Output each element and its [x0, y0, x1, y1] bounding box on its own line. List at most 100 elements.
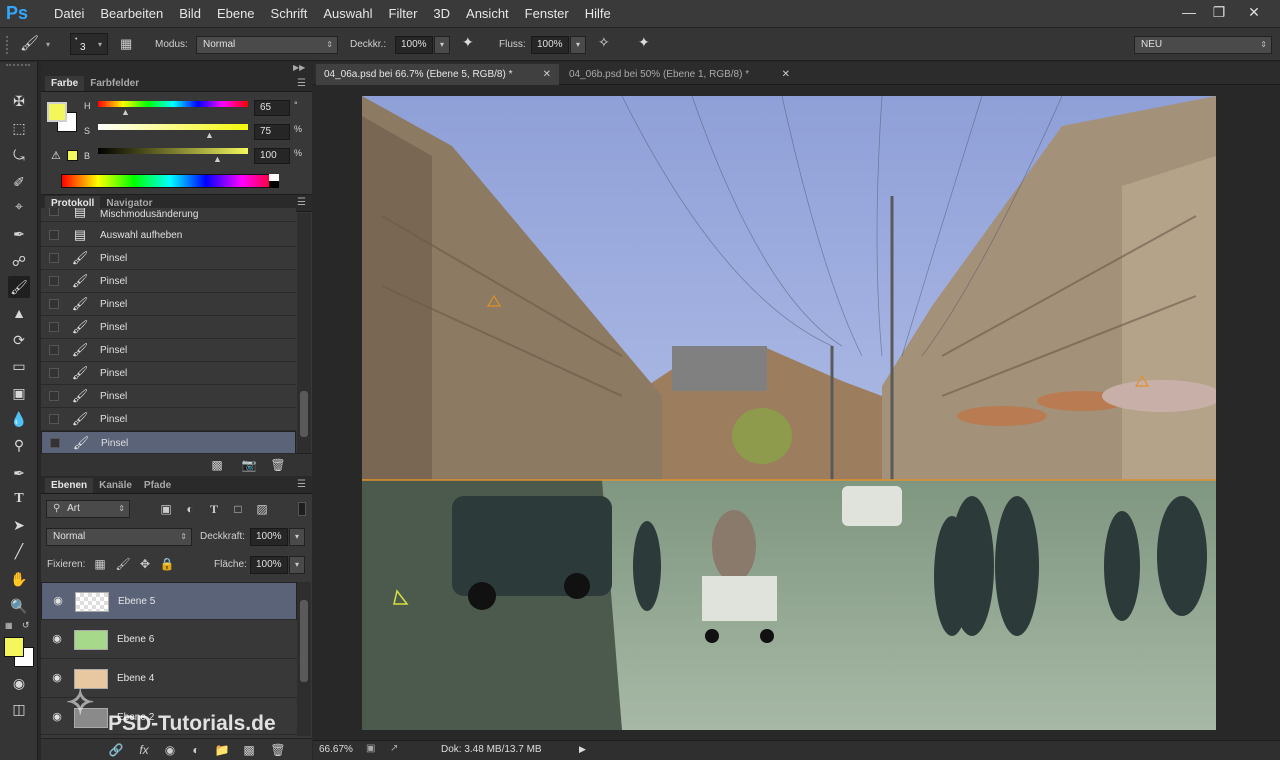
clone-stamp-tool-icon[interactable]: ▲ [8, 302, 30, 324]
layer-row[interactable]: ◉ Ebene 5 [41, 582, 297, 620]
menu-item-datei[interactable]: Datei [46, 0, 92, 28]
lock-position-icon[interactable]: ✥ [136, 556, 154, 572]
color-spectrum-ramp[interactable] [61, 174, 279, 188]
history-checkbox[interactable] [49, 391, 59, 401]
visibility-eye-icon[interactable]: ◉ [51, 595, 65, 607]
hand-tool-icon[interactable]: ✋ [8, 568, 30, 590]
layer-name[interactable]: Ebene 5 [118, 583, 155, 621]
history-checkbox[interactable] [49, 208, 59, 216]
menu-item-fenster[interactable]: Fenster [517, 0, 577, 28]
brush-tool-preset-icon[interactable]: 🖌 [20, 34, 42, 54]
lasso-tool-icon[interactable]: ⤿ [8, 144, 30, 166]
pressure-size-icon[interactable]: ✦ [638, 34, 658, 54]
pressure-opacity-icon[interactable]: ✦ [462, 34, 482, 54]
link-layers-icon[interactable]: 🔗 [107, 742, 125, 758]
menu-item-ebene[interactable]: Ebene [209, 0, 263, 28]
out-of-gamut-warning-icon[interactable]: ⚠ [51, 149, 61, 162]
layer-opacity-dropdown[interactable]: ▾ [289, 528, 305, 546]
fx-icon[interactable]: fx [135, 742, 153, 758]
panel-menu-icon[interactable]: ☰ [297, 479, 306, 490]
fill-input[interactable]: 100% [250, 556, 288, 574]
tab-document-04-06a[interactable]: 04_06a.psd bei 66.7% (Ebene 5, RGB/8) * … [316, 64, 559, 85]
new-layer-icon[interactable]: ▩ [240, 742, 258, 758]
collapse-icon[interactable]: ▶▶ [293, 63, 305, 72]
history-item[interactable]: 🖌 Pinsel [41, 316, 296, 339]
history-checkbox[interactable] [49, 230, 59, 240]
move-tool-icon[interactable]: ✠ [8, 90, 30, 112]
eraser-tool-icon[interactable]: ▭ [8, 355, 30, 377]
layers-scrollbar[interactable] [297, 582, 311, 736]
proof-icon[interactable]: ▣ [366, 743, 375, 754]
trash-icon[interactable]: 🗑 [269, 457, 287, 473]
lock-transparency-icon[interactable]: ▦ [91, 556, 109, 572]
screen-mode-icon[interactable]: ◫ [8, 698, 30, 720]
menu-item-schrift[interactable]: Schrift [263, 0, 316, 28]
crop-tool-icon[interactable]: ⌖ [8, 195, 30, 217]
close-window-button[interactable]: ✕ [1240, 2, 1268, 22]
hue-input[interactable]: 65 [254, 100, 290, 116]
close-tab-icon[interactable]: ✕ [782, 64, 790, 85]
flow-dropdown[interactable]: ▾ [570, 36, 586, 54]
line-tool-icon[interactable]: ╱ [8, 540, 30, 562]
history-brush-tool-icon[interactable]: ⟳ [8, 329, 30, 351]
history-checkbox[interactable] [49, 322, 59, 332]
filter-shape-icon[interactable]: □ [229, 501, 247, 517]
ramp-black-swatch[interactable] [269, 181, 279, 188]
close-tab-icon[interactable]: ✕ [543, 64, 551, 85]
saturation-input[interactable]: 75 [254, 124, 290, 140]
menu-item-ansicht[interactable]: Ansicht [458, 0, 517, 28]
menu-item-bearbeiten[interactable]: Bearbeiten [92, 0, 171, 28]
saturation-slider[interactable] [98, 124, 248, 130]
tab-farbe[interactable]: Farbe [45, 76, 85, 91]
opacity-dropdown[interactable]: ▾ [434, 36, 450, 54]
history-checkbox[interactable] [49, 345, 59, 355]
history-item[interactable]: 🖌 Pinsel [41, 270, 296, 293]
history-item[interactable]: 🖌 Pinsel [41, 431, 296, 454]
filter-smart-object-icon[interactable]: ▨ [253, 501, 271, 517]
brush-panel-toggle-icon[interactable]: ▦ [120, 36, 138, 54]
modus-select[interactable]: Normal ⇕ [196, 36, 338, 54]
history-item[interactable]: 🖌 Pinsel [41, 247, 296, 270]
layer-row[interactable]: ◉ Ebene 6 [41, 621, 297, 659]
camera-icon[interactable]: 📷 [240, 457, 258, 473]
adjustment-layer-icon[interactable]: ◐ [187, 742, 205, 758]
visibility-eye-icon[interactable]: ◉ [50, 633, 64, 645]
add-mask-icon[interactable]: ◉ [161, 742, 179, 758]
opacity-input[interactable]: 100% [395, 36, 433, 54]
history-item[interactable]: ▤ Auswahl aufheben [41, 224, 296, 247]
quick-selection-tool-icon[interactable]: ✐ [8, 171, 30, 193]
history-item[interactable]: 🖌 Pinsel [41, 339, 296, 362]
menu-item-3d[interactable]: 3D [425, 0, 458, 28]
brightness-slider-handle-icon[interactable]: ▲ [213, 154, 222, 164]
history-checkbox[interactable] [49, 276, 59, 286]
history-scrollbar[interactable] [297, 213, 311, 453]
preset-dropdown-icon[interactable]: ▾ [46, 40, 50, 49]
history-item[interactable]: ▤ Mischmodusänderung [41, 208, 296, 222]
filter-adjustment-icon[interactable]: ◐ [181, 501, 199, 517]
tab-farbfelder[interactable]: Farbfelder [84, 76, 145, 91]
history-checkbox[interactable] [49, 414, 59, 424]
layer-thumbnail[interactable] [75, 592, 109, 612]
lock-image-pixels-icon[interactable]: 🖌 [114, 556, 132, 572]
gamut-color-swatch[interactable] [67, 150, 78, 161]
brightness-input[interactable]: 100 [254, 148, 290, 164]
menu-item-hilfe[interactable]: Hilfe [577, 0, 619, 28]
lock-all-icon[interactable]: 🔒 [158, 556, 176, 572]
filter-type-icon[interactable]: T [205, 501, 223, 517]
blend-mode-select[interactable]: Normal ⇕ [46, 528, 192, 546]
zoom-level[interactable]: 66.67% [319, 744, 353, 755]
brush-size-picker[interactable]: • 3 ▾ [70, 33, 108, 55]
eyedropper-tool-icon[interactable]: ✒ [8, 223, 30, 245]
visibility-eye-icon[interactable]: ◉ [50, 672, 64, 684]
new-group-folder-icon[interactable]: 📁 [213, 742, 231, 758]
swap-colors-icon[interactable]: ↺ [22, 620, 34, 630]
tab-kanaele[interactable]: Kanäle [93, 478, 138, 493]
filter-pixel-icon[interactable]: ▣ [157, 501, 175, 517]
flow-input[interactable]: 100% [531, 36, 569, 54]
scrollbar-thumb[interactable] [300, 600, 308, 682]
brightness-slider[interactable] [98, 148, 248, 154]
fill-dropdown[interactable]: ▾ [289, 556, 305, 574]
history-checkbox[interactable] [50, 438, 60, 448]
grip-handle[interactable] [6, 64, 30, 68]
tab-document-04-06b[interactable]: 04_06b.psd bei 50% (Ebene 1, RGB/8) * ✕ [561, 64, 794, 85]
